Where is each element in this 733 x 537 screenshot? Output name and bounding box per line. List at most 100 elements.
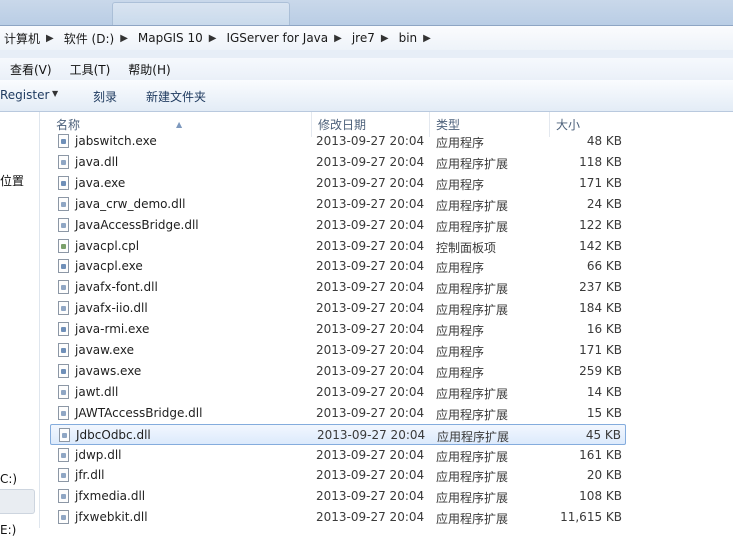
file-list: 名称 ▲ 修改日期 类型 大小 jabswitch.exe 2013-09-27 … [40,112,733,528]
breadcrumb-separator-icon[interactable]: ▶ [378,33,395,44]
file-row[interactable]: jdwp.dll 2013-09-27 20:04 应用程序扩展 161 KB [50,445,626,466]
file-name: javaws.exe [75,363,142,378]
breadcrumb-computer[interactable]: 计算机 [0,30,43,47]
file-date: 2013-09-27 20:04 [316,217,425,232]
file-name: jfr.dll [75,468,105,483]
file-row[interactable]: jfr.dll 2013-09-27 20:04 应用程序扩展 20 KB [50,465,626,486]
dll-icon [59,427,70,442]
burn-button[interactable]: 刻录 [93,88,117,105]
menu-bar: 查看(V) 工具(T) 帮助(H) [0,58,733,80]
breadcrumb-separator-icon[interactable]: ▶ [117,33,134,44]
file-date: 2013-09-27 20:04 [316,384,425,399]
dll-icon [58,468,69,483]
nav-item-highlight[interactable] [0,489,35,514]
file-date: 2013-09-27 20:04 [316,468,425,483]
file-type: 应用程序扩展 [436,219,509,234]
file-date: 2013-09-27 20:04 [316,447,425,462]
file-row[interactable]: javacpl.cpl 2013-09-27 20:04 控制面板项 142 KB [50,236,626,257]
file-row[interactable]: JdbcOdbc.dll 2013-09-27 20:04 应用程序扩展 45 KB [50,423,626,445]
breadcrumb-separator-icon[interactable]: ▶ [331,33,348,44]
exe-icon [58,363,69,378]
dll-icon [58,447,69,462]
exe-icon [58,259,69,274]
chevron-down-icon[interactable]: ▼ [52,89,58,98]
file-date: 2013-09-27 20:04 [316,322,425,337]
file-name: javacpl.exe [75,259,143,274]
menu-help[interactable]: 帮助(H) [118,61,178,78]
background-tab[interactable] [112,2,290,27]
new-folder-button[interactable]: 新建文件夹 [146,88,206,105]
file-size: 259 KB [579,363,622,378]
dll-icon [58,301,69,316]
breadcrumb-bin[interactable]: bin [395,31,421,45]
exe-icon [58,134,69,148]
file-date: 2013-09-27 20:04 [316,363,425,378]
file-type: 应用程序 [436,324,485,339]
file-date: 2013-09-27 20:04 [316,259,425,274]
window-top-strip [0,0,733,27]
file-name: javaw.exe [75,343,134,357]
file-name: JAWTAccessBridge.dll [75,405,203,420]
file-type: 应用程序扩展 [436,407,509,422]
file-size: 237 KB [579,280,622,295]
file-type: 应用程序扩展 [436,198,509,213]
file-row[interactable]: javafx-iio.dll 2013-09-27 20:04 应用程序扩展 184 … [50,298,626,319]
menu-view[interactable]: 查看(V) [0,61,60,78]
file-row[interactable]: JAWTAccessBridge.dll 2013-09-27 20:04 应用程序… [50,403,626,424]
file-name: JdbcOdbc.dll [76,427,151,442]
file-size: 108 KB [579,489,622,504]
file-row[interactable]: java-rmi.exe 2013-09-27 20:04 应用程序 16 KB [50,319,626,340]
nav-item-drive-c[interactable]: C:) [0,472,17,486]
file-row[interactable]: javaws.exe 2013-09-27 20:04 应用程序 259 KB [50,361,626,382]
breadcrumb-mapgis[interactable]: MapGIS 10 [134,31,206,45]
file-type: 应用程序 [436,261,485,276]
file-type: 应用程序扩展 [436,282,509,297]
file-type: 应用程序扩展 [436,156,509,171]
file-row[interactable]: java.exe 2013-09-27 20:04 应用程序 171 KB [50,173,626,194]
dll-icon [58,510,69,525]
menu-tools[interactable]: 工具(T) [60,61,119,78]
breadcrumb-separator-icon[interactable]: ▶ [420,33,437,44]
file-name: javafx-font.dll [75,280,158,295]
file-row[interactable]: JavaAccessBridge.dll 2013-09-27 20:04 应用程序… [50,215,626,236]
file-row[interactable]: java_crw_demo.dll 2013-09-27 20:04 应用程序扩展 2… [50,194,626,215]
file-row[interactable]: java.dll 2013-09-27 20:04 应用程序扩展 118 KB [50,152,626,173]
file-row[interactable]: javafx-font.dll 2013-09-27 20:04 应用程序扩展 237… [50,277,626,298]
file-date: 2013-09-27 20:04 [316,405,425,420]
file-name: java-rmi.exe [75,322,150,337]
file-row[interactable]: jfxwebkit.dll 2013-09-27 20:04 应用程序扩展 11,61… [50,507,626,528]
nav-item-drive-e[interactable]: E:) [0,523,16,537]
address-bar[interactable]: 计算机 ▶ 软件 (D:) ▶ MapGIS 10 ▶ IGServer for… [0,25,733,51]
file-type: 应用程序扩展 [436,449,509,464]
breadcrumb-separator-icon[interactable]: ▶ [43,33,60,44]
cpl-icon [58,238,69,253]
breadcrumb-igserver[interactable]: IGServer for Java [222,31,331,45]
file-size: 11,615 KB [560,510,622,525]
file-size: 15 KB [586,405,622,420]
file-type: 应用程序扩展 [436,303,509,318]
file-name: java.exe [75,175,126,190]
file-row[interactable]: javacpl.exe 2013-09-27 20:04 应用程序 66 KB [50,256,626,277]
file-name: javafx-iio.dll [75,301,148,316]
file-name: java_crw_demo.dll [75,196,186,211]
file-row[interactable]: javaw.exe 2013-09-27 20:04 应用程序 171 KB [50,340,626,361]
file-row[interactable]: jabswitch.exe 2013-09-27 20:04 应用程序 48 KB [50,131,626,152]
file-name: jdwp.dll [75,447,122,462]
file-row[interactable]: jfxmedia.dll 2013-09-27 20:04 应用程序扩展 108 KB [50,486,626,507]
column-header-name-label: 名称 [56,118,81,132]
register-button[interactable]: Register [0,88,49,102]
dll-icon [58,384,69,399]
file-row[interactable]: jawt.dll 2013-09-27 20:04 应用程序扩展 14 KB [50,382,626,403]
file-size: 171 KB [579,175,622,190]
file-type: 应用程序 [436,345,485,359]
breadcrumb-drive-d[interactable]: 软件 (D:) [60,30,117,47]
file-type: 应用程序扩展 [436,512,509,527]
nav-item-location[interactable]: 位置 [0,172,24,189]
file-size: 171 KB [579,343,622,357]
file-size: 20 KB [586,468,622,483]
breadcrumb-jre7[interactable]: jre7 [348,31,378,45]
file-name: jfxmedia.dll [75,489,146,504]
file-date: 2013-09-27 20:04 [316,175,425,190]
file-date: 2013-09-27 20:04 [316,489,425,504]
breadcrumb-separator-icon[interactable]: ▶ [206,33,223,44]
